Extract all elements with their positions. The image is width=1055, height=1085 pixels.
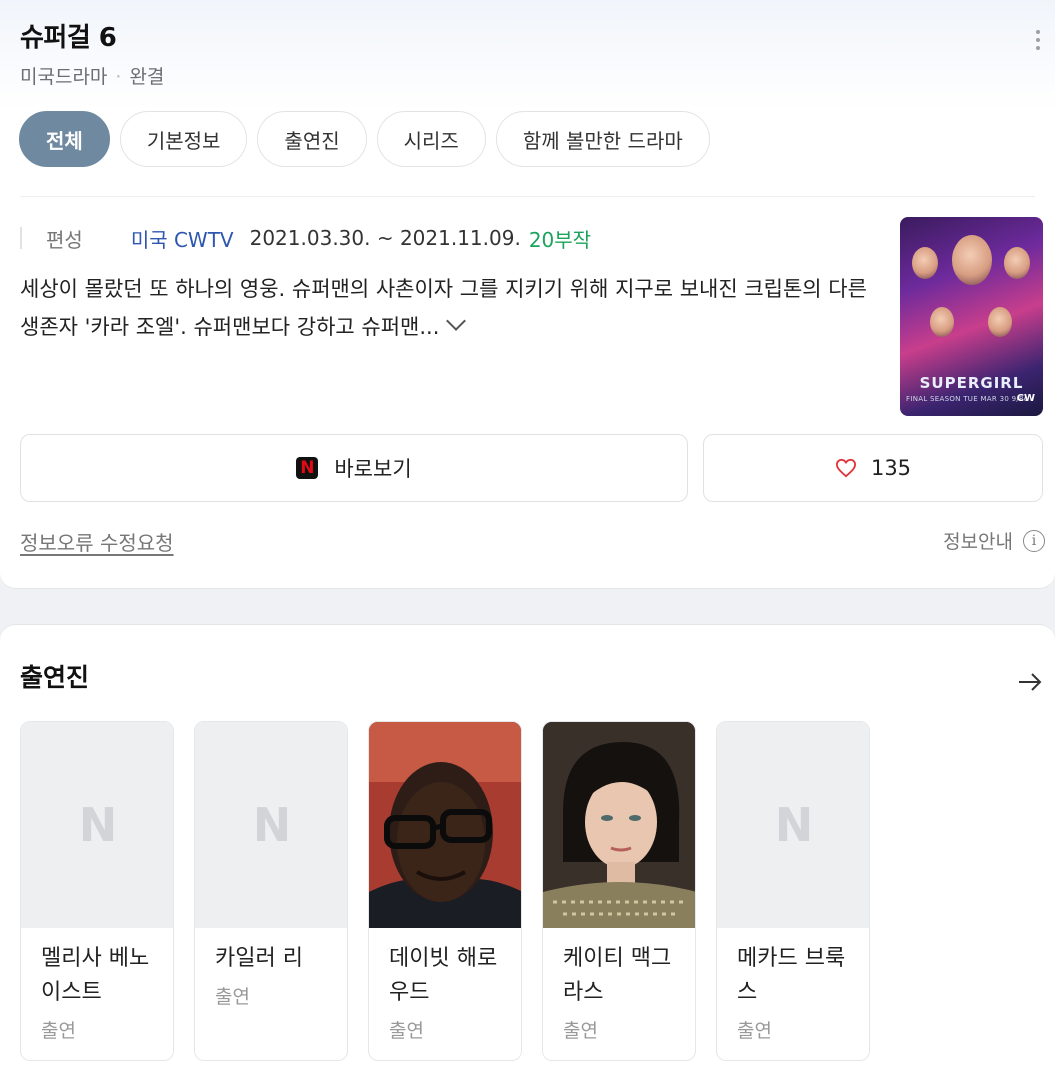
portrait-illustration <box>543 722 695 928</box>
chevron-down-icon[interactable] <box>446 311 467 331</box>
drama-info-card: 슈퍼걸 6 미국드라마 · 완결 전체 기본정보 출연진 시리즈 함께 볼만한 드라… <box>0 0 1055 589</box>
cast-role: 출연 <box>389 1020 424 1042</box>
poster-figure <box>988 307 1012 337</box>
naver-placeholder-icon: N <box>78 798 118 852</box>
like-button[interactable]: 135 <box>703 434 1043 502</box>
poster-tagline: FINAL SEASON TUE MAR 30 9/8c <box>906 395 1028 403</box>
heart-icon <box>835 458 856 478</box>
status-text: 완결 <box>129 66 165 88</box>
cast-item[interactable]: N 메카드 브룩스 출연 <box>716 721 870 1061</box>
tab-cast[interactable]: 출연진 <box>257 111 367 167</box>
tab-all[interactable]: 전체 <box>19 111 110 167</box>
more-options-icon[interactable] <box>1028 26 1048 54</box>
cast-role: 출연 <box>737 1020 772 1042</box>
cast-role: 출연 <box>41 1020 76 1042</box>
poster-network-badge: CW <box>1016 393 1035 404</box>
divider <box>20 196 1035 197</box>
tab-series[interactable]: 시리즈 <box>376 111 486 167</box>
info-guide-label: 정보안내 <box>943 531 1013 553</box>
poster-figure <box>952 235 992 285</box>
cast-photo <box>543 722 695 928</box>
naver-placeholder-icon: N <box>252 798 292 852</box>
cast-photo <box>369 722 521 928</box>
like-count: 135 <box>870 456 912 480</box>
watch-button[interactable]: N 바로보기 <box>20 434 688 502</box>
watch-label: 바로보기 <box>334 457 412 481</box>
fix-request-link[interactable]: 정보오류 수정요청 <box>20 527 174 556</box>
poster-image[interactable]: SUPERGIRL FINAL SEASON TUE MAR 30 9/8c C… <box>900 217 1043 416</box>
tab-bar: 전체 기본정보 출연진 시리즈 함께 볼만한 드라마 <box>19 111 710 167</box>
info-icon: i <box>1023 529 1045 552</box>
synopsis-text: 세상이 몰랐던 또 하나의 영웅. 슈퍼맨의 사촌이자 그를 지키기 위해 지구… <box>20 277 867 339</box>
header-background <box>0 0 1055 110</box>
cast-item[interactable]: 데이빗 해로우드 출연 <box>368 721 522 1061</box>
page-title: 슈퍼걸 6 <box>20 23 117 53</box>
cast-role: 출연 <box>215 986 250 1008</box>
poster-figure <box>912 247 938 279</box>
tab-basic-info[interactable]: 기본정보 <box>119 111 248 167</box>
broadcast-label: 편성 <box>46 227 83 252</box>
arrow-right-icon[interactable] <box>1016 670 1044 694</box>
netflix-icon: N <box>296 457 319 479</box>
cast-item[interactable]: 케이티 맥그라스 출연 <box>542 721 696 1061</box>
air-dates: 2021.03.30. ~ 2021.11.09. <box>249 226 521 250</box>
cast-list: N 멜리사 베노이스트 출연 N 카일러 리 출연 데이빗 해로우드 출연 케이… <box>20 721 870 1061</box>
cast-role: 출연 <box>563 1020 598 1042</box>
separator-dot: · <box>115 66 122 88</box>
broadcast-info: 편성 미국 CWTV 2021.03.30. ~ 2021.11.09. 20부… <box>20 222 591 254</box>
tab-recommended[interactable]: 함께 볼만한 드라마 <box>495 111 710 167</box>
subtitle: 미국드라마 · 완결 <box>20 62 164 89</box>
info-guide-button[interactable]: 정보안내 i <box>943 527 1045 554</box>
cast-photo-placeholder: N <box>717 722 869 928</box>
episode-count: 20부작 <box>528 227 592 252</box>
poster-figure <box>1004 247 1030 279</box>
cast-photo-placeholder: N <box>195 722 347 928</box>
portrait-illustration <box>369 722 521 928</box>
network-link[interactable]: 미국 CWTV <box>131 224 234 253</box>
cast-name: 메카드 브룩스 <box>737 946 846 1005</box>
cast-item[interactable]: N 멜리사 베노이스트 출연 <box>20 721 174 1061</box>
naver-placeholder-icon: N <box>774 798 814 852</box>
cast-section-title: 출연진 <box>20 663 90 692</box>
cast-name: 데이빗 해로우드 <box>389 946 498 1005</box>
cast-name: 카일러 리 <box>215 946 303 971</box>
cast-name: 멜리사 베노이스트 <box>41 946 150 1005</box>
synopsis[interactable]: 세상이 몰랐던 또 하나의 영웅. 슈퍼맨의 사촌이자 그를 지키기 위해 지구… <box>20 270 890 346</box>
poster-logo: SUPERGIRL <box>919 374 1024 392</box>
cast-item[interactable]: N 카일러 리 출연 <box>194 721 348 1061</box>
poster-figure <box>930 307 954 337</box>
label-bar <box>20 227 22 249</box>
cast-name: 케이티 맥그라스 <box>563 946 672 1005</box>
genre-text: 미국드라마 <box>20 66 108 88</box>
cast-photo-placeholder: N <box>21 722 173 928</box>
